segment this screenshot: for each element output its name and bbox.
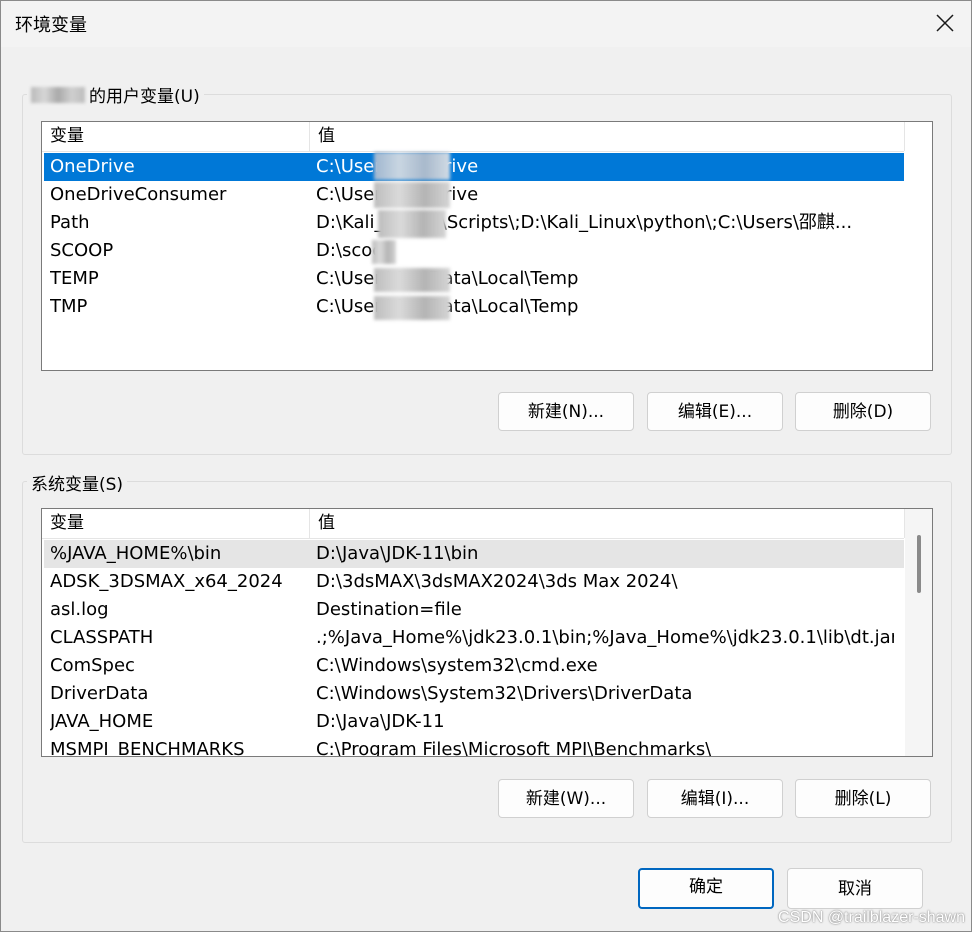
variable-name: ComSpec	[50, 655, 135, 676]
user-delete-button[interactable]: 删除(D)	[795, 392, 931, 431]
variable-value: C:\Windows\System32\Drivers\DriverData	[316, 683, 693, 704]
redaction-blur	[374, 268, 450, 292]
column-header-value[interactable]: 值	[310, 509, 904, 538]
list-item[interactable]: DriverData C:\Windows\System32\Drivers\D…	[44, 680, 904, 708]
variable-value: D:\Java\JDK-11	[316, 711, 445, 732]
variable-value: Destination=file	[316, 599, 462, 620]
variable-value: C:\Program Files\Microsoft MPI\Benchmark…	[316, 739, 712, 757]
list-item[interactable]: CLASSPATH .;%Java_Home%\jdk23.0.1\bin;%J…	[44, 624, 904, 652]
redacted-username	[31, 87, 85, 103]
variable-name: TMP	[50, 296, 88, 317]
cancel-button[interactable]: 取消	[787, 868, 923, 909]
scrollbar-thumb[interactable]	[917, 535, 921, 593]
list-item[interactable]: OneDriveConsumer C:\User \OneDrive	[44, 181, 904, 209]
variable-name: SCOOP	[50, 240, 114, 261]
system-edit-button[interactable]: 编辑(I)...	[647, 779, 783, 818]
variable-name: %JAVA_HOME%\bin	[50, 543, 222, 564]
variable-name: MSMPI_BENCHMARKS	[50, 739, 245, 757]
list-header: 变量 值	[42, 509, 905, 539]
user-variables-legend: 的用户变量(U)	[27, 82, 204, 107]
environment-variables-dialog: 环境变量 的用户变量(U) 变量 值 OneDrive C:\User \One…	[0, 0, 972, 932]
user-edit-button[interactable]: 编辑(E)...	[647, 392, 783, 431]
watermark: CSDN @trailblazer-shawn	[778, 909, 965, 926]
list-item[interactable]: asl.log Destination=file	[44, 596, 904, 624]
user-new-button[interactable]: 新建(N)...	[498, 392, 634, 431]
system-variables-list[interactable]: 变量 值 %JAVA_HOME%\bin D:\Java\JDK-11\bin …	[41, 508, 933, 757]
variable-name: CLASSPATH	[50, 627, 154, 648]
variable-value: .;%Java_Home%\jdk23.0.1\bin;%Java_Home%\…	[316, 627, 894, 648]
variable-name: asl.log	[50, 599, 109, 620]
variable-value: D:\scoo	[316, 240, 384, 261]
list-item[interactable]: MSMPI_BENCHMARKS C:\Program Files\Micros…	[44, 736, 904, 757]
redaction-blur	[374, 296, 450, 320]
variable-value: C:\Windows\system32\cmd.exe	[316, 655, 598, 676]
list-item[interactable]: ComSpec C:\Windows\system32\cmd.exe	[44, 652, 904, 680]
column-header-name[interactable]: 变量	[42, 122, 309, 151]
variable-value: D:\Java\JDK-11\bin	[316, 543, 479, 564]
redaction-blur	[378, 210, 446, 238]
list-item[interactable]: ADSK_3DSMAX_x64_2024 D:\3dsMAX\3dsMAX202…	[44, 568, 904, 596]
list-header: 变量 值	[42, 122, 905, 152]
list-item[interactable]: Path D:\Kali_ ython\Scripts\;D:\Kali_Lin…	[44, 209, 904, 237]
variable-name: DriverData	[50, 683, 149, 704]
column-header-value[interactable]: 值	[310, 122, 904, 151]
variable-name: Path	[50, 212, 90, 233]
column-header-name[interactable]: 变量	[42, 509, 309, 538]
list-item[interactable]: %JAVA_HOME%\bin D:\Java\JDK-11\bin	[44, 540, 904, 568]
vertical-scrollbar[interactable]	[905, 509, 932, 756]
variable-name: JAVA_HOME	[50, 711, 154, 732]
list-item[interactable]: OneDrive C:\User \OneDrive	[44, 153, 904, 181]
variable-name: OneDrive	[50, 156, 135, 177]
system-new-button[interactable]: 新建(W)...	[498, 779, 634, 818]
column-separator[interactable]	[904, 122, 905, 151]
system-delete-button[interactable]: 删除(L)	[795, 779, 931, 818]
window-title: 环境变量	[15, 15, 87, 36]
variable-name: ADSK_3DSMAX_x64_2024	[50, 571, 283, 592]
list-item[interactable]: TEMP C:\User \AppData\Local\Temp	[44, 265, 904, 293]
title-bar: 环境变量	[1, 1, 971, 47]
ok-button[interactable]: 确定	[638, 868, 774, 909]
variable-name: TEMP	[50, 268, 99, 289]
close-icon	[936, 14, 954, 32]
redaction-blur	[374, 182, 450, 208]
variable-name: OneDriveConsumer	[50, 184, 227, 205]
list-item[interactable]: TMP C:\User \AppData\Local\Temp	[44, 293, 904, 321]
list-item[interactable]: JAVA_HOME D:\Java\JDK-11	[44, 708, 904, 736]
variable-value: D:\3dsMAX\3dsMAX2024\3ds Max 2024\	[316, 571, 678, 592]
system-variables-legend: 系统变量(S)	[27, 470, 128, 495]
user-variables-list[interactable]: 变量 值 OneDrive C:\User \OneDrive OneDrive…	[41, 121, 933, 371]
user-variables-label: 的用户变量(U)	[89, 87, 200, 107]
list-item[interactable]: SCOOP D:\scoo	[44, 237, 904, 265]
close-button[interactable]	[919, 1, 971, 45]
redaction-blur	[372, 240, 396, 264]
redaction-blur	[374, 152, 450, 180]
